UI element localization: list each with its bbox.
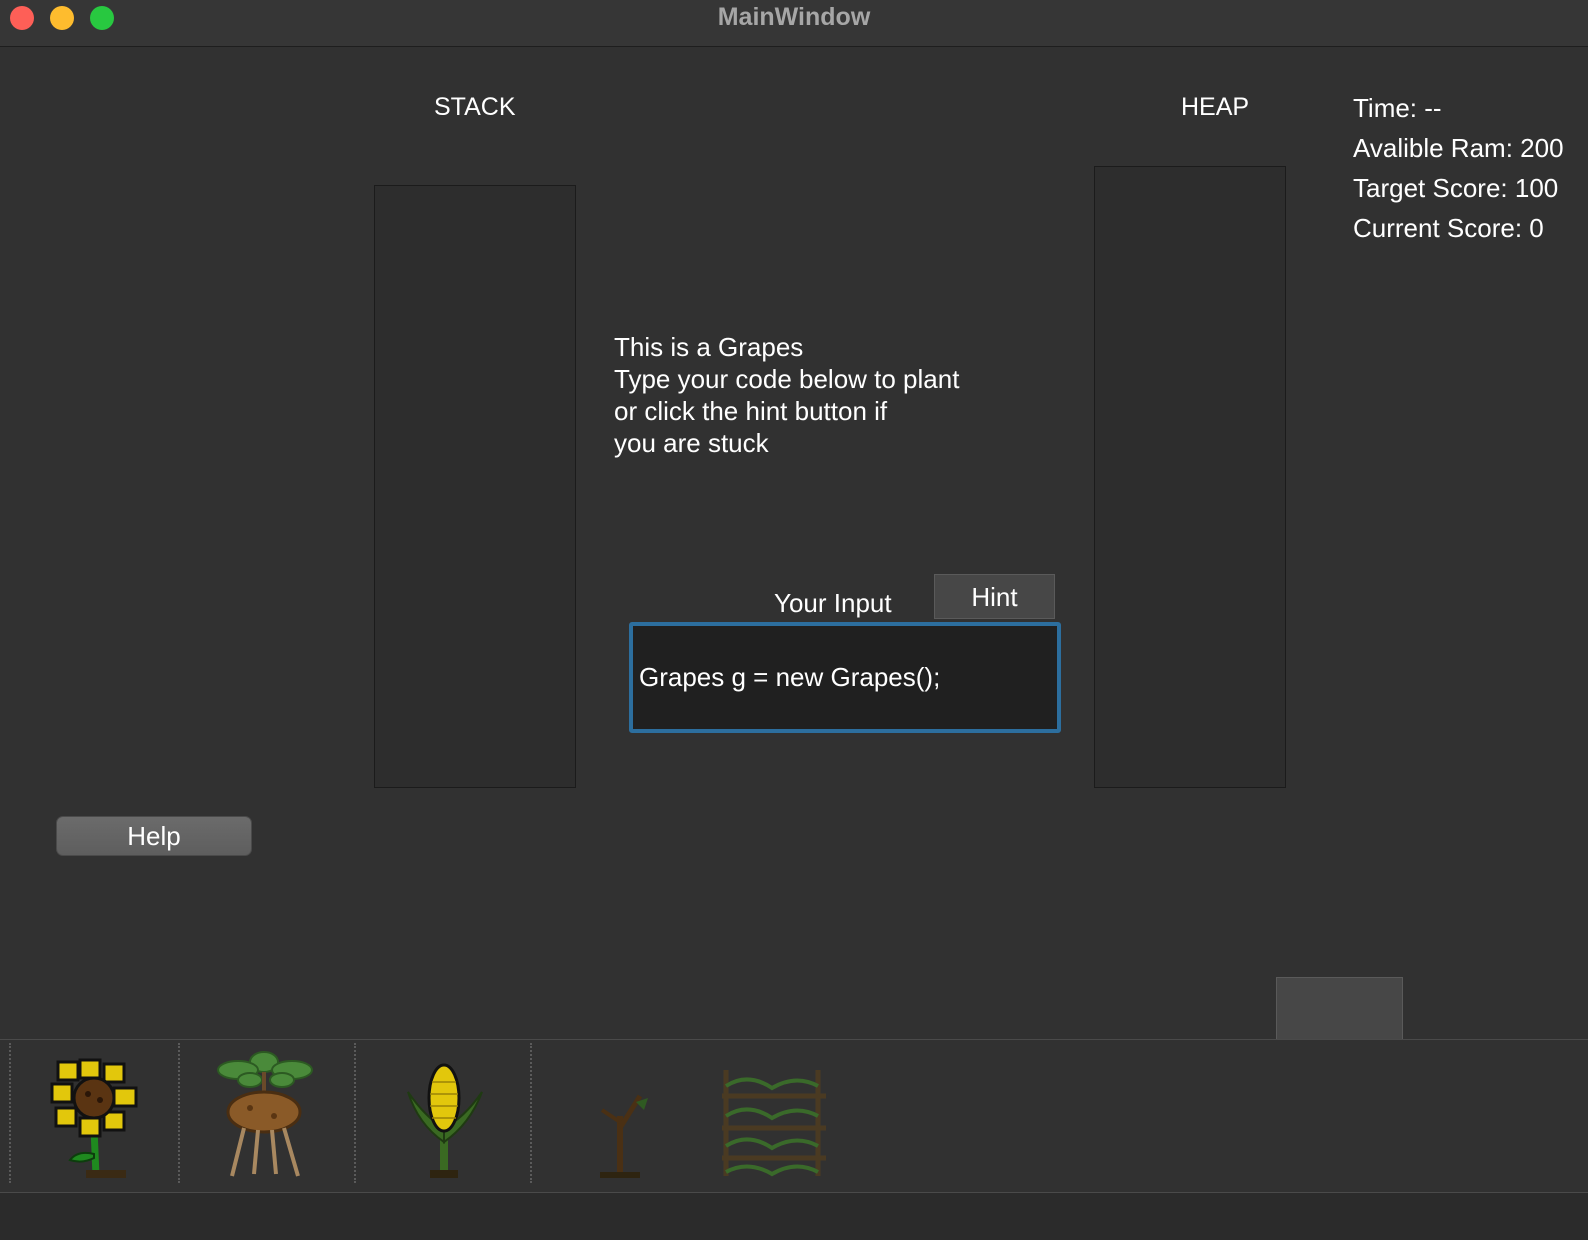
message-line: you are stuck xyxy=(614,428,769,458)
hint-button[interactable]: Hint xyxy=(934,574,1055,619)
toolbar-divider xyxy=(9,1043,11,1183)
title-bar: MainWindow xyxy=(0,0,1588,47)
target-score-readout: Target Score: 100 xyxy=(1353,173,1559,203)
sunflower-icon[interactable] xyxy=(50,1058,142,1185)
heap-label: HEAP xyxy=(1181,93,1250,121)
stats-panel: Time: -- Avalible Ram: 200 Target Score:… xyxy=(1353,88,1564,248)
help-button[interactable]: Help xyxy=(56,816,252,856)
toolbar-divider xyxy=(530,1043,532,1183)
status-bar xyxy=(0,1193,1588,1240)
blank-panel xyxy=(1276,977,1403,1039)
stack-label: STACK xyxy=(434,93,516,121)
message-line: or click the hint button if xyxy=(614,396,888,426)
message-line: This is a Grapes xyxy=(614,332,804,362)
current-score-readout: Current Score: 0 xyxy=(1353,213,1544,243)
toolbar-divider xyxy=(354,1043,356,1183)
ram-readout: Avalible Ram: 200 xyxy=(1353,133,1564,163)
heap-panel xyxy=(1094,166,1286,788)
potato-icon[interactable] xyxy=(214,1050,316,1185)
time-readout: Time: -- xyxy=(1353,93,1442,123)
sapling-icon[interactable] xyxy=(596,1088,654,1185)
toolbar-divider xyxy=(178,1043,180,1183)
corn-icon[interactable] xyxy=(404,1062,486,1185)
message-line: Type your code below to plant xyxy=(614,364,960,394)
instruction-message: This is a Grapes Type your code below to… xyxy=(614,331,959,459)
stack-panel xyxy=(374,185,576,788)
code-input[interactable] xyxy=(629,622,1061,733)
window-title: MainWindow xyxy=(717,3,871,31)
grapes-vine-icon[interactable] xyxy=(718,1066,830,1185)
your-input-label: Your Input xyxy=(774,588,892,618)
